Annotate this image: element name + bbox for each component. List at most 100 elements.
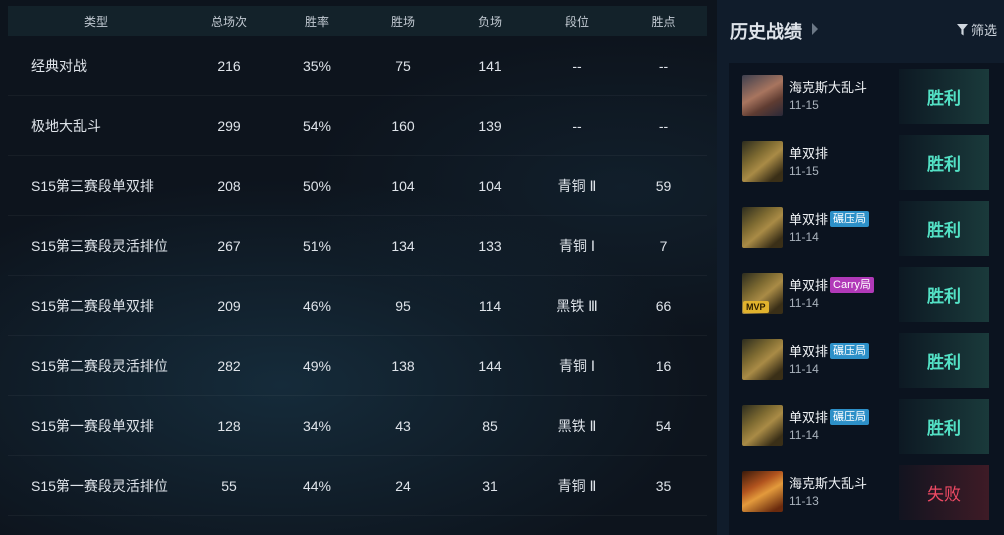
cell-wins: 75 — [395, 57, 411, 74]
cell-type: S15第一赛段灵活排位 — [31, 477, 168, 494]
chevron-right-icon[interactable] — [812, 23, 818, 35]
cell-wins: 134 — [391, 237, 415, 254]
cell-lp: 66 — [655, 297, 672, 314]
cell-total: 208 — [217, 177, 241, 194]
cell-lp: -- — [658, 57, 669, 74]
cell-wins: 160 — [391, 117, 415, 134]
champion-portrait — [742, 471, 783, 512]
result-badge: 胜利 — [899, 267, 989, 322]
cell-lp: 16 — [655, 357, 672, 374]
result-badge: 胜利 — [899, 399, 989, 454]
performance-tag: 碾压局 — [830, 342, 870, 359]
cell-tier: -- — [572, 117, 582, 134]
stats-table: 类型 总场次 胜率 胜场 负场 段位 胜点 经典对战 216 35% 75 14… — [8, 6, 707, 535]
filter-button[interactable]: 筛选 — [956, 20, 997, 39]
cell-lp: 54 — [655, 417, 672, 434]
cell-winrate: 35% — [302, 57, 332, 74]
match-item[interactable]: 单双排 11-15 胜利 — [729, 132, 991, 192]
header-type[interactable]: 类型 — [8, 13, 184, 30]
match-item[interactable]: MVP 单双排 Carry局 11-14 胜利 — [729, 264, 991, 324]
table-row[interactable]: 极地大乱斗 299 54% 160 139 -- -- — [8, 96, 707, 156]
cell-wins: 104 — [391, 177, 415, 194]
table-row[interactable]: S15第三赛段灵活排位 267 51% 134 133 青铜 Ⅰ 7 — [8, 216, 707, 276]
match-item[interactable]: 海克斯大乱斗 11-13 失败 — [729, 462, 991, 522]
match-list: 海克斯大乱斗 11-15 胜利 单双排 11-15 胜利 单双排 碾压局 11-… — [729, 63, 1004, 535]
filter-label: 筛选 — [970, 23, 997, 38]
cell-tier: 青铜 Ⅰ — [558, 237, 596, 254]
cell-type: S15第二赛段单双排 — [31, 297, 154, 314]
cell-losses: 133 — [478, 237, 502, 254]
match-history-panel: 历史战绩 筛选 海克斯大乱斗 11-15 胜利 单双排 11-15 胜利 单双排… — [717, 0, 1004, 535]
header-lp[interactable]: 胜点 — [620, 13, 707, 30]
match-item[interactable]: 单双排 碾压局 11-14 胜利 — [729, 198, 991, 258]
table-header: 类型 总场次 胜率 胜场 负场 段位 胜点 — [8, 6, 707, 36]
history-header: 历史战绩 筛选 — [717, 0, 1004, 58]
cell-type: 极地大乱斗 — [31, 117, 101, 134]
cell-wins: 43 — [395, 417, 411, 434]
cell-tier: -- — [572, 57, 582, 74]
cell-type: S15第一赛段单双排 — [31, 417, 154, 434]
cell-total: 267 — [217, 237, 241, 254]
cell-wins: 138 — [391, 357, 415, 374]
cell-winrate: 54% — [302, 117, 332, 134]
cell-wins: 24 — [395, 477, 411, 494]
cell-winrate: 34% — [302, 417, 332, 434]
cell-winrate: 50% — [302, 177, 332, 194]
cell-type: S15第三赛段灵活排位 — [31, 237, 168, 254]
match-date: 11-15 — [789, 164, 819, 178]
cell-losses: 114 — [478, 297, 502, 314]
cell-lp: 35 — [655, 477, 672, 494]
mode-label: 单双排 — [789, 410, 829, 425]
cell-lp: 7 — [659, 237, 668, 254]
table-row[interactable]: S15第一赛段灵活排位 55 44% 24 31 青铜 Ⅱ 35 — [8, 456, 707, 516]
cell-winrate: 44% — [302, 477, 332, 494]
mode-label: 单双排 — [789, 146, 829, 161]
match-item[interactable]: 海克斯大乱斗 11-15 胜利 — [729, 66, 991, 126]
cell-losses: 85 — [482, 417, 498, 434]
result-badge: 胜利 — [899, 69, 989, 124]
cell-wins: 95 — [395, 297, 411, 314]
mode-label: 海克斯大乱斗 — [789, 80, 868, 95]
champion-portrait — [742, 207, 783, 248]
header-losses[interactable]: 负场 — [446, 13, 534, 30]
result-badge: 胜利 — [899, 333, 989, 388]
cell-tier: 青铜 Ⅱ — [557, 477, 597, 494]
match-mode: 单双排 — [789, 143, 828, 162]
performance-tag: 碾压局 — [830, 408, 870, 425]
cell-winrate: 51% — [302, 237, 332, 254]
table-row[interactable]: S15第二赛段单双排 209 46% 95 114 黑铁 Ⅲ 66 — [8, 276, 707, 336]
cell-lp: -- — [658, 117, 669, 134]
match-item[interactable]: 单双排 碾压局 11-14 胜利 — [729, 330, 991, 390]
champion-portrait — [742, 339, 783, 380]
match-date: 11-14 — [789, 230, 819, 244]
header-total[interactable]: 总场次 — [184, 13, 274, 30]
table-row[interactable]: S15第一赛段单双排 128 34% 43 85 黑铁 Ⅱ 54 — [8, 396, 707, 456]
cell-losses: 104 — [478, 177, 502, 194]
header-wins[interactable]: 胜场 — [360, 13, 446, 30]
cell-type: S15第二赛段灵活排位 — [31, 357, 168, 374]
header-winrate[interactable]: 胜率 — [274, 13, 360, 30]
cell-tier: 青铜 Ⅱ — [557, 177, 597, 194]
table-row[interactable]: S15第二赛段灵活排位 282 49% 138 144 青铜 Ⅰ 16 — [8, 336, 707, 396]
mvp-badge: MVP — [743, 301, 769, 313]
cell-winrate: 46% — [302, 297, 332, 314]
cell-tier: 黑铁 Ⅱ — [557, 417, 597, 434]
match-item[interactable]: 单双排 碾压局 11-14 胜利 — [729, 396, 991, 456]
cell-type: S15第三赛段单双排 — [31, 177, 154, 194]
table-row[interactable]: 经典对战 216 35% 75 141 -- -- — [8, 36, 707, 96]
match-date: 11-13 — [789, 494, 819, 508]
table-row[interactable]: S15第三赛段单双排 208 50% 104 104 青铜 Ⅱ 59 — [8, 156, 707, 216]
cell-tier: 青铜 Ⅰ — [558, 357, 596, 374]
history-title[interactable]: 历史战绩 — [730, 18, 802, 44]
cell-type: 经典对战 — [31, 57, 87, 74]
cell-total: 299 — [217, 117, 241, 134]
header-tier[interactable]: 段位 — [534, 13, 620, 30]
mode-label: 单双排 — [789, 344, 829, 359]
cell-losses: 144 — [478, 357, 502, 374]
champion-portrait — [742, 141, 783, 182]
result-badge: 失败 — [899, 465, 989, 520]
cell-losses: 31 — [482, 477, 498, 494]
mode-label: 海克斯大乱斗 — [789, 476, 868, 491]
match-mode: 单双排 碾压局 — [789, 407, 870, 426]
performance-tag: 碾压局 — [830, 210, 870, 227]
